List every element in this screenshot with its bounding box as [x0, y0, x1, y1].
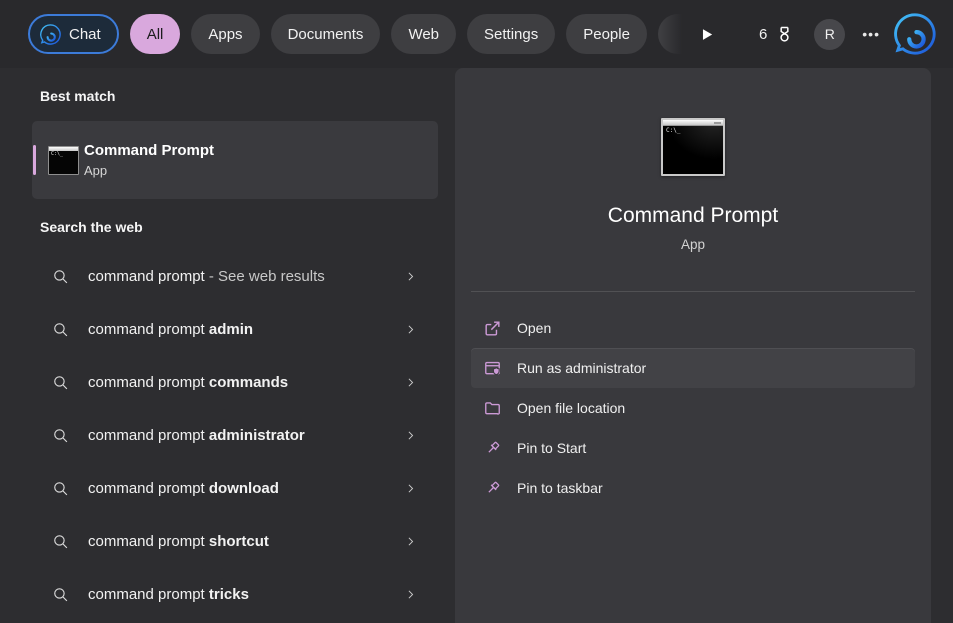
play-icon — [698, 26, 715, 43]
action-label: Pin to taskbar — [517, 480, 603, 496]
filter-tab[interactable]: People — [566, 14, 647, 54]
web-suggestion-row[interactable]: command prompt download — [32, 466, 438, 511]
avatar[interactable]: R — [814, 19, 845, 50]
filter-tabs: All Apps Documents Web Settings — [130, 14, 658, 54]
web-suggestion-row[interactable]: command prompt admin — [32, 307, 438, 352]
web-suggestion-text: command prompt administrator — [88, 427, 305, 444]
web-suggestion-text: command prompt download — [88, 480, 279, 497]
web-suggestion-row[interactable]: command prompt tricks — [32, 572, 438, 617]
chevron-right-icon[interactable] — [405, 534, 416, 549]
search-icon — [52, 533, 69, 550]
filter-tab[interactable]: Settings — [467, 14, 555, 54]
web-suggestion-text: command prompt admin — [88, 321, 253, 338]
rewards-medal-icon — [774, 24, 795, 45]
action-item[interactable]: Open — [471, 308, 915, 348]
best-match-type: App — [84, 163, 214, 178]
preview-panel: C:\_ Command Prompt App Open Run as admi… — [455, 68, 931, 623]
search-filter-bar: Chat All Apps Documents Web — [0, 0, 953, 68]
divider — [471, 291, 915, 292]
folder-icon — [483, 399, 502, 418]
chat-tab-label: Chat — [69, 26, 101, 43]
run-admin-icon — [483, 359, 502, 378]
chat-tab[interactable]: Chat — [28, 14, 119, 54]
play-button[interactable] — [698, 26, 715, 43]
web-suggestion-text: command prompt - See web results — [88, 268, 325, 285]
web-suggestion-text: command prompt shortcut — [88, 533, 269, 550]
filter-tab-label: Apps — [208, 26, 242, 43]
open-icon — [483, 319, 502, 338]
web-suggestion-row[interactable]: command prompt commands — [32, 360, 438, 405]
windows-search-flyout: Chat All Apps Documents Web — [0, 0, 953, 623]
search-web-header: Search the web — [40, 219, 455, 235]
action-label: Pin to Start — [517, 440, 586, 456]
filter-tab-label: Web — [408, 26, 439, 43]
cmd-window-body: C:\_ — [663, 126, 723, 176]
filter-tab[interactable]: Apps — [191, 14, 259, 54]
bing-chat-icon — [39, 23, 62, 46]
best-match-header: Best match — [40, 88, 455, 104]
filter-tab-label: All — [147, 26, 164, 43]
best-match-title: Command Prompt — [84, 142, 214, 159]
action-label: Run as administrator — [517, 360, 646, 376]
cmd-window-titlebar — [663, 120, 723, 126]
search-icon — [52, 480, 69, 497]
web-suggestions-list: command prompt - See web results command… — [32, 254, 455, 617]
app-actions-list: Open Run as administrator Open file loca… — [471, 308, 915, 508]
filter-tab[interactable]: All — [130, 14, 181, 54]
app-title: Command Prompt — [608, 204, 778, 228]
selection-accent-bar — [33, 145, 36, 175]
web-suggestion-text: command prompt tricks — [88, 586, 249, 603]
pin-icon — [483, 479, 502, 498]
chevron-right-icon[interactable] — [405, 587, 416, 602]
action-item[interactable]: Pin to Start — [471, 428, 915, 468]
chevron-right-icon[interactable] — [405, 428, 416, 443]
chevron-right-icon[interactable] — [405, 375, 416, 390]
filter-tab[interactable]: Web — [391, 14, 456, 54]
filter-tab-label: Documents — [288, 26, 364, 43]
action-label: Open — [517, 320, 551, 336]
action-item[interactable]: Pin to taskbar — [471, 468, 915, 508]
rewards-count: 6 — [759, 26, 767, 43]
search-icon — [52, 427, 69, 444]
filter-tab-label: People — [583, 26, 630, 43]
filter-tab[interactable]: Documents — [271, 14, 381, 54]
chevron-right-icon[interactable] — [405, 269, 416, 284]
chevron-right-icon[interactable] — [405, 322, 416, 337]
bing-button[interactable] — [892, 11, 938, 57]
action-item[interactable]: Open file location — [471, 388, 915, 428]
search-icon — [52, 374, 69, 391]
best-match-result[interactable]: C:\_ Command Prompt App — [32, 121, 438, 199]
best-match-text: Command Prompt App — [84, 142, 214, 178]
search-icon — [52, 586, 69, 603]
cmd-window-body: C:\_ — [49, 151, 78, 158]
web-suggestion-text: command prompt commands — [88, 374, 288, 391]
app-type: App — [681, 237, 705, 252]
more-options-icon[interactable]: ••• — [858, 22, 884, 46]
action-item[interactable]: Run as administrator — [471, 348, 915, 388]
avatar-initial: R — [825, 26, 835, 42]
web-suggestion-row[interactable]: command prompt administrator — [32, 413, 438, 458]
rewards-badge[interactable]: 6 — [759, 24, 795, 45]
web-suggestion-row[interactable]: command prompt shortcut — [32, 519, 438, 564]
chevron-right-icon[interactable] — [405, 481, 416, 496]
action-label: Open file location — [517, 400, 625, 416]
search-icon — [52, 268, 69, 285]
search-results-area: Best match C:\_ Command Prompt App Searc… — [0, 68, 953, 623]
command-prompt-icon: C:\_ — [48, 146, 79, 175]
pin-icon — [483, 439, 502, 458]
filter-tab-label: Settings — [484, 26, 538, 43]
filter-overflow-pill[interactable] — [658, 14, 682, 54]
command-prompt-icon-large: C:\_ — [661, 118, 725, 176]
results-panel: Best match C:\_ Command Prompt App Searc… — [0, 68, 455, 623]
bing-logo-icon — [892, 11, 938, 57]
search-icon — [52, 321, 69, 338]
web-suggestion-row[interactable]: command prompt - See web results — [32, 254, 438, 299]
